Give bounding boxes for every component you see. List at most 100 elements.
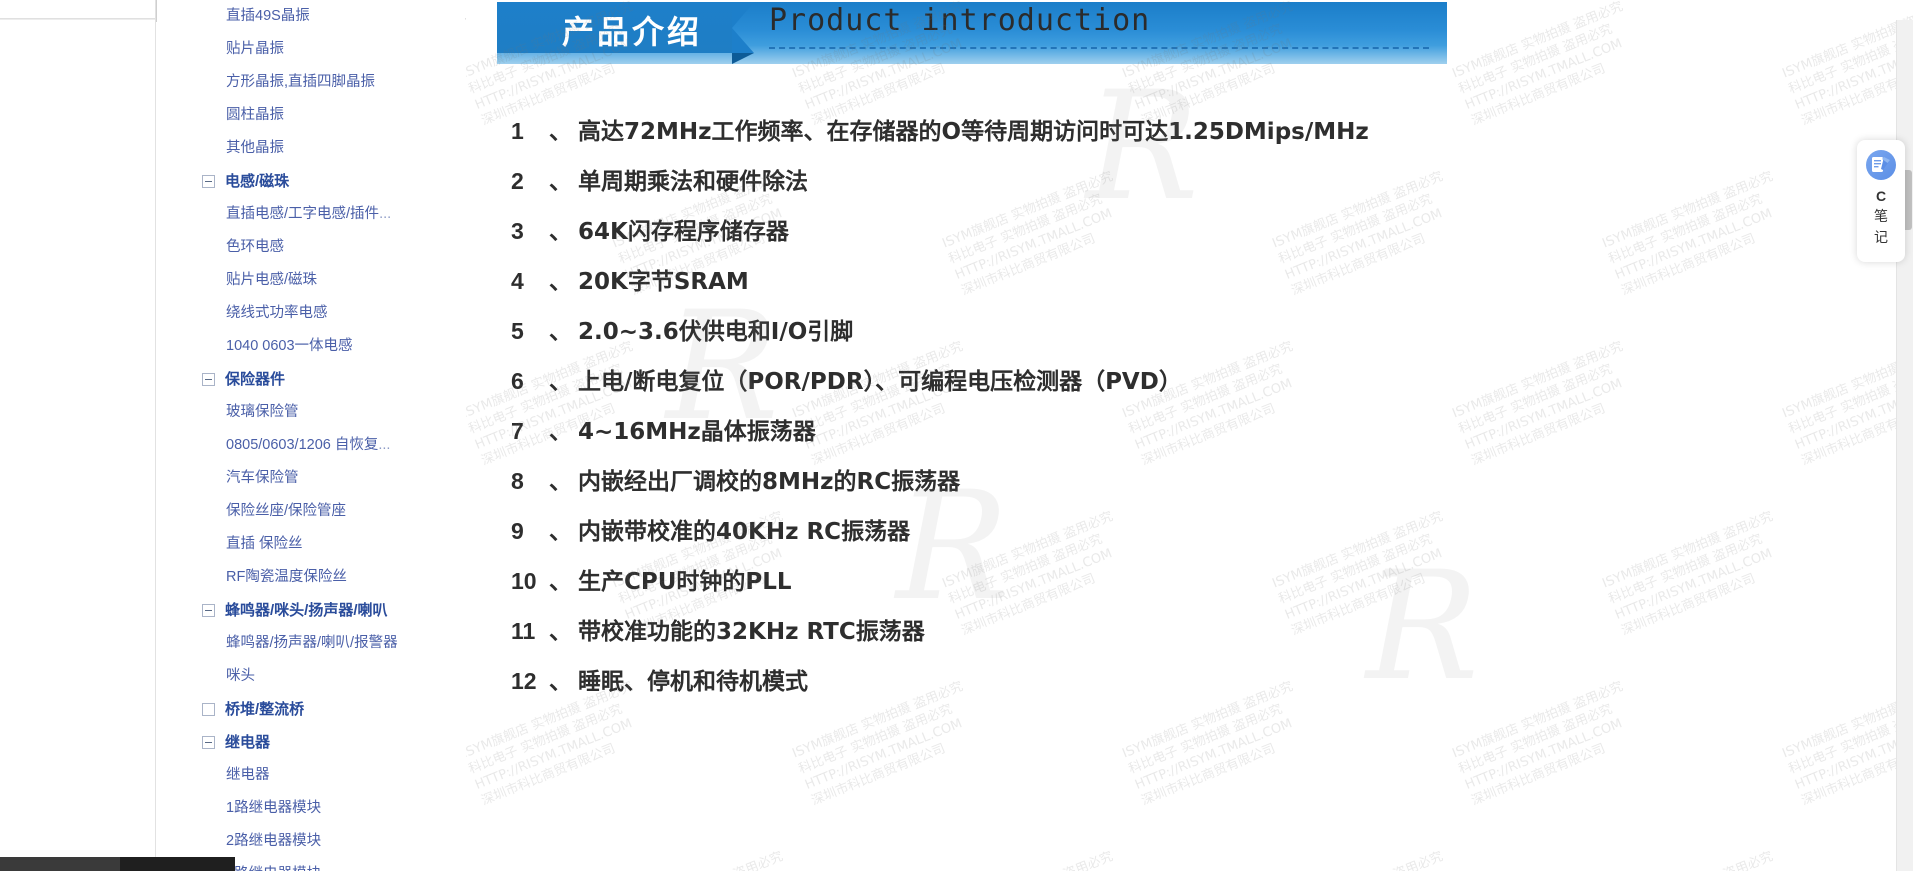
feature-number: 11	[511, 618, 536, 644]
feature-separator: 、	[549, 119, 572, 145]
collapse-minus-icon[interactable]	[202, 736, 215, 749]
category-sidebar: 直插49S晶振贴片晶振方形晶振,直插四脚晶振圆柱晶振其他晶振电感/磁珠直插电感/…	[155, 0, 465, 871]
feature-number: 2	[511, 168, 524, 194]
feature-separator: 、	[549, 269, 572, 295]
sidebar-item-8[interactable]: 贴片电感/磁珠	[156, 264, 465, 297]
watermark-text: ISYM旗舰店 实物拍摄 盗用必究科比电子 实物拍摄 盗用必究HTTP://RI…	[1780, 679, 1913, 809]
feature-separator: 、	[549, 669, 572, 695]
sidebar-item-9[interactable]: 绕线式功率电感	[156, 297, 465, 330]
sidebar-item-label: 咪头	[226, 668, 255, 685]
sidebar-item-label: 继电器	[225, 734, 271, 751]
feature-separator: 、	[549, 519, 572, 545]
feature-text: 20K字节SRAM	[578, 269, 749, 295]
feature-number: 7	[511, 418, 524, 444]
section-banner: 产品介绍 Product introduction	[497, 2, 1447, 72]
sidebar-item-6[interactable]: 直插电感/工字电感/插件...	[156, 198, 465, 231]
sidebar-item-11[interactable]: 保险器件	[156, 363, 465, 396]
feature-text: 高达72MHz工作频率、在存储器的O等待周期访问时可达1.25DMips/MHz	[578, 119, 1369, 145]
note-widget[interactable]: C 笔 记	[1857, 140, 1905, 262]
watermark-text: ISYM旗舰店 实物拍摄 盗用必究科比电子 实物拍摄 盗用必究HTTP://RI…	[1600, 169, 1776, 299]
feature-separator: 、	[549, 469, 572, 495]
note-widget-title: C	[1875, 188, 1887, 204]
feature-number: 9	[511, 518, 524, 544]
feature-text: 睡眠、停机和待机模式	[578, 669, 808, 695]
sidebar-item-1[interactable]: 贴片晶振	[156, 33, 465, 66]
sidebar-item-label: 方形晶振,直插四脚晶振	[226, 74, 376, 91]
watermark-text: ISYM旗舰店 实物拍摄 盗用必究科比电子 实物拍摄 盗用必究HTTP://RI…	[1270, 848, 1465, 871]
sidebar-item-17[interactable]: RF陶瓷温度保险丝	[156, 561, 465, 594]
feature-separator: 、	[549, 319, 572, 345]
sidebar-item-10[interactable]: 1040 0603一体电感	[156, 330, 465, 363]
page-root: 直插49S晶振贴片晶振方形晶振,直插四脚晶振圆柱晶振其他晶振电感/磁珠直插电感/…	[0, 0, 1913, 871]
sidebar-item-label: 1路继电器模块	[226, 800, 322, 817]
sidebar-item-label: 贴片电感/磁珠	[226, 272, 318, 289]
sidebar-item-12[interactable]: 玻璃保险管	[156, 396, 465, 429]
sidebar-item-4[interactable]: 其他晶振	[156, 132, 465, 165]
feature-number: 8	[511, 468, 524, 494]
sidebar-item-21[interactable]: 桥堆/整流桥	[156, 693, 465, 726]
sidebar-item-label: 玻璃保险管	[226, 404, 299, 421]
watermark-text: ISYM旗舰店 实物拍摄 盗用必究科比电子 实物拍摄 盗用必究HTTP://RI…	[1780, 0, 1913, 129]
content-column: 产品介绍 Product introduction 1、高达72MHz工作频率、…	[497, 0, 1447, 695]
watermark-text: ISYM旗舰店 实物拍摄 盗用必究科比电子 实物拍摄 盗用必究HTTP://RI…	[1600, 509, 1776, 639]
feature-row-11: 11 、带校准功能的32KHz RTC振荡器	[497, 612, 1447, 662]
feature-number: 10	[511, 568, 537, 594]
feature-separator: 、	[549, 619, 572, 645]
sidebar-item-label: 直插电感/工字电感/插件...	[226, 206, 392, 223]
sidebar-item-label: 蜂鸣器/扬声器/喇叭/报警器	[226, 635, 398, 652]
feature-row-10: 10 、生产CPU时钟的PLL	[497, 562, 1447, 612]
collapse-minus-icon[interactable]	[202, 604, 215, 617]
feature-text: 生产CPU时钟的PLL	[578, 569, 792, 595]
sidebar-item-23[interactable]: 继电器	[156, 759, 465, 792]
sidebar-item-2[interactable]: 方形晶振,直插四脚晶振	[156, 66, 465, 99]
watermark-text: ISYM旗舰店 实物拍摄 盗用必究科比电子 实物拍摄 盗用必究HTTP://RI…	[466, 848, 475, 871]
banner-title-en: Product introduction	[769, 3, 1151, 38]
sidebar-item-16[interactable]: 直插 保险丝	[156, 528, 465, 561]
sidebar-item-24[interactable]: 1路继电器模块	[156, 792, 465, 825]
feature-row-12: 12 、睡眠、停机和待机模式	[497, 662, 1447, 712]
collapse-minus-icon[interactable]	[202, 175, 215, 188]
sidebar-item-label: 直插49S晶振	[226, 8, 310, 25]
feature-number: 6	[511, 368, 524, 394]
sidebar-item-25[interactable]: 2路继电器模块	[156, 825, 465, 858]
bottom-grey-strip	[0, 857, 120, 871]
expand-empty-icon[interactable]	[202, 703, 215, 716]
sidebar-item-label: 4路继电器模块	[226, 867, 321, 871]
feature-text: 单周期乘法和硬件除法	[578, 169, 808, 195]
sidebar-item-19[interactable]: 蜂鸣器/扬声器/喇叭/报警器	[156, 627, 465, 660]
feature-row-7: 7 、 4~16MHz晶体振荡器	[497, 412, 1447, 462]
banner-arrow-shadow	[732, 53, 754, 64]
feature-separator: 、	[549, 219, 572, 245]
feature-row-6: 6 、上电/断电复位（POR/PDR）、可编程电压检测器（PVD）	[497, 362, 1447, 412]
feature-list: 1、高达72MHz工作频率、在存储器的O等待周期访问时可达1.25DMips/M…	[497, 112, 1447, 712]
feature-number: 5	[511, 318, 524, 344]
sidebar-item-label: 2路继电器模块	[226, 833, 322, 850]
sidebar-item-label: 直插 保险丝	[226, 536, 303, 553]
sidebar-item-18[interactable]: 蜂鸣器/咪头/扬声器/喇叭	[156, 594, 465, 627]
watermark-text: ISYM旗舰店 实物拍摄 盗用必究科比电子 实物拍摄 盗用必究HTTP://RI…	[1450, 679, 1626, 809]
feature-row-3: 3 、 64K闪存程序储存器	[497, 212, 1447, 262]
sidebar-item-13[interactable]: 0805/0603/1206 自恢复...	[156, 429, 465, 462]
category-nav-list: 直插49S晶振贴片晶振方形晶振,直插四脚晶振圆柱晶振其他晶振电感/磁珠直插电感/…	[156, 0, 465, 871]
banner-title-cn: 产品介绍	[562, 13, 703, 51]
sidebar-item-15[interactable]: 保险丝座/保险管座	[156, 495, 465, 528]
sidebar-item-label: 其他晶振	[226, 140, 284, 157]
watermark-text: ISYM旗舰店 实物拍摄 盗用必究科比电子 实物拍摄 盗用必究HTTP://RI…	[1450, 0, 1626, 129]
feature-number: 3	[511, 218, 524, 244]
feature-row-9: 9 、内嵌带校准的40KHz RC振荡器	[497, 512, 1447, 562]
sidebar-item-22[interactable]: 继电器	[156, 726, 465, 759]
sidebar-item-7[interactable]: 色环电感	[156, 231, 465, 264]
sidebar-item-3[interactable]: 圆柱晶振	[156, 99, 465, 132]
collapse-minus-icon[interactable]	[202, 373, 215, 386]
sidebar-item-5[interactable]: 电感/磁珠	[156, 165, 465, 198]
sidebar-divider	[156, 0, 157, 22]
sidebar-item-label: 桥堆/整流桥	[225, 701, 305, 718]
sidebar-item-label: 0805/0603/1206 自恢复...	[226, 437, 391, 454]
sidebar-item-0[interactable]: 直插49S晶振	[156, 0, 465, 33]
sidebar-item-label: RF陶瓷温度保险丝	[226, 569, 347, 586]
sidebar-item-14[interactable]: 汽车保险管	[156, 462, 465, 495]
sidebar-item-label: 电感/磁珠	[225, 173, 290, 190]
note-widget-line1: 笔	[1874, 208, 1888, 224]
feature-number: 12	[511, 668, 537, 694]
sidebar-item-20[interactable]: 咪头	[156, 660, 465, 693]
